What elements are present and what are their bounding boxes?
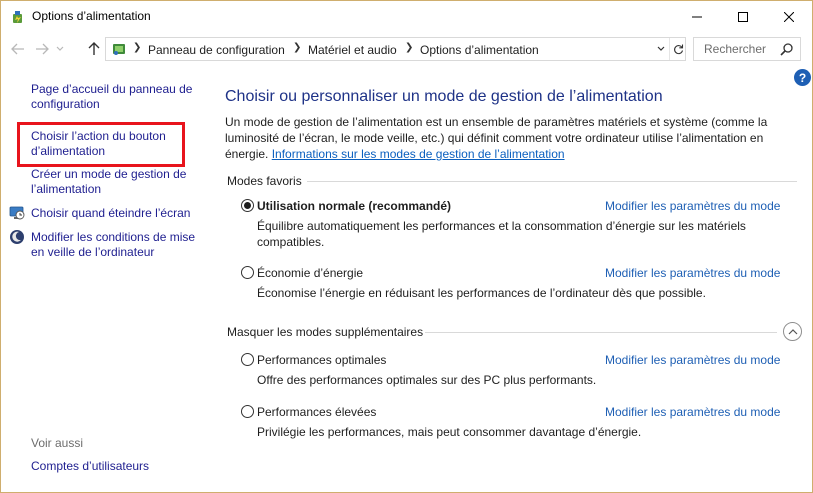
- control-panel-icon: [111, 41, 127, 57]
- close-button[interactable]: [766, 1, 812, 32]
- recent-locations-button[interactable]: [53, 38, 67, 60]
- plan-radio-ultimate-performance[interactable]: [241, 353, 254, 366]
- page-title: Choisir ou personnaliser un mode de gest…: [225, 88, 663, 105]
- address-history-button[interactable]: [652, 38, 670, 60]
- hidden-plans-group-header: Masquer les modes supplémentaires: [227, 325, 424, 339]
- power-plans-info-link[interactable]: Informations sur les modes de gestion de…: [272, 147, 565, 161]
- plan-balanced: Utilisation normale (recommandé) Modifie…: [241, 197, 801, 250]
- arrow-up-icon: [88, 42, 100, 55]
- plan-radio-balanced[interactable]: [241, 199, 254, 212]
- plan-name[interactable]: Performances élevées: [257, 405, 376, 419]
- forward-button[interactable]: [31, 38, 53, 60]
- breadcrumb-separator-icon: ❯: [405, 42, 414, 53]
- breadcrumb-control-panel[interactable]: Panneau de configuration: [148, 43, 285, 57]
- plan-description: Privilégie les performances, mais peut c…: [257, 425, 642, 439]
- plan-radio-power-saver[interactable]: [241, 266, 254, 279]
- power-options-window: Options d’alimentation ❯ Panneau de conf…: [0, 0, 813, 493]
- maximize-icon: [738, 11, 748, 22]
- plan-description: Économise l’énergie en réduisant les per…: [257, 286, 706, 300]
- back-button[interactable]: [7, 38, 29, 60]
- change-plan-settings-link[interactable]: Modifier les paramètres du mode: [605, 266, 780, 280]
- control-panel-home-link[interactable]: Page d’accueil du panneau de configurati…: [31, 82, 206, 112]
- sidebar-item-turn-off-display[interactable]: Choisir quand éteindre l’écran: [31, 206, 206, 221]
- plan-ultimate-performance: Performances optimales Modifier les para…: [241, 351, 801, 388]
- up-button[interactable]: [83, 38, 105, 60]
- collapse-hidden-plans-button[interactable]: [783, 322, 802, 341]
- change-plan-settings-link[interactable]: Modifier les paramètres du mode: [605, 353, 780, 367]
- chevron-up-icon: [788, 329, 797, 335]
- search-input[interactable]: [694, 38, 778, 60]
- plan-name[interactable]: Économie d’énergie: [257, 266, 363, 280]
- breadcrumb-hardware-audio[interactable]: Matériel et audio: [308, 43, 397, 57]
- power-options-icon: [10, 9, 26, 25]
- main-content: Choisir ou personnaliser un mode de gest…: [225, 63, 805, 492]
- see-also-heading: Voir aussi: [31, 436, 84, 450]
- search-box[interactable]: [693, 37, 801, 61]
- minimize-icon: [692, 16, 702, 17]
- plan-power-saver: Économie d’énergie Modifier les paramètr…: [241, 264, 801, 301]
- breadcrumb-separator-icon: ❯: [133, 42, 142, 53]
- window-title: Options d’alimentation: [32, 9, 151, 23]
- plan-high-performance: Performances élevées Modifier les paramè…: [241, 403, 801, 440]
- change-plan-settings-link[interactable]: Modifier les paramètres du mode: [605, 405, 780, 419]
- plan-radio-high-performance[interactable]: [241, 405, 254, 418]
- maximize-button[interactable]: [720, 1, 766, 32]
- chevron-down-icon: [657, 46, 665, 51]
- chevron-down-icon: [56, 46, 64, 51]
- breadcrumb-separator-icon: ❯: [293, 42, 302, 53]
- close-icon: [784, 11, 794, 22]
- navigation-bar: ❯ Panneau de configuration ❯ Matériel et…: [1, 35, 812, 63]
- sidebar-item-sleep-conditions[interactable]: Modifier les conditions de mise en veill…: [31, 230, 206, 260]
- breadcrumb-power-options[interactable]: Options d’alimentation: [420, 43, 539, 57]
- favorites-group-header: Modes favoris: [227, 174, 302, 188]
- arrow-right-icon: [36, 43, 49, 55]
- plan-name[interactable]: Performances optimales: [257, 353, 386, 367]
- group-divider: [425, 332, 777, 333]
- group-divider: [307, 181, 797, 182]
- minimize-button[interactable]: [674, 1, 720, 32]
- plan-description: Équilibre automatiquement les performanc…: [257, 219, 746, 249]
- address-bar[interactable]: ❯ Panneau de configuration ❯ Matériel et…: [105, 37, 686, 61]
- arrow-left-icon: [11, 43, 24, 55]
- change-plan-settings-link[interactable]: Modifier les paramètres du mode: [605, 199, 780, 213]
- title-bar[interactable]: Options d’alimentation: [1, 1, 812, 32]
- see-also-user-accounts-link[interactable]: Comptes d’utilisateurs: [31, 459, 149, 474]
- left-navigation-pane: Page d’accueil du panneau de configurati…: [1, 63, 211, 492]
- intro-text: Un mode de gestion de l’alimentation est…: [225, 114, 785, 162]
- refresh-button[interactable]: [669, 38, 686, 60]
- moon-icon: [9, 229, 25, 245]
- sidebar-item-power-button-action[interactable]: Choisir l’action du bouton d’alimentatio…: [31, 129, 181, 159]
- sidebar-item-create-plan[interactable]: Créer un mode de gestion de l’alimentati…: [31, 167, 201, 197]
- plan-description: Offre des performances optimales sur des…: [257, 373, 597, 387]
- plan-name[interactable]: Utilisation normale (recommandé): [257, 199, 451, 213]
- monitor-clock-icon: [9, 205, 25, 221]
- refresh-icon: [673, 44, 683, 54]
- search-icon[interactable]: [780, 42, 794, 56]
